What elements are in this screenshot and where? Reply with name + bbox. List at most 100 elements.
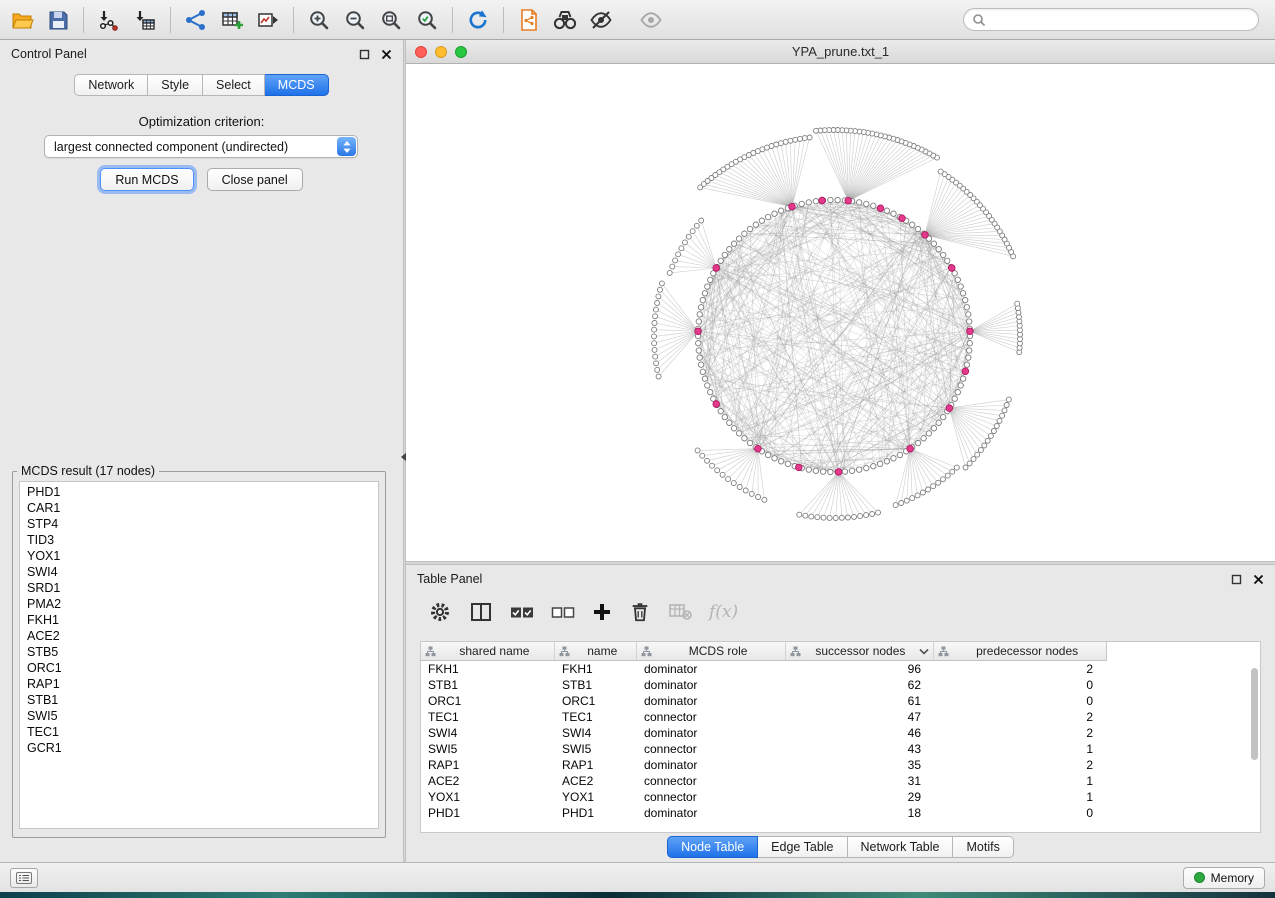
maximize-window-button[interactable]: [455, 46, 467, 58]
float-panel-button[interactable]: [359, 49, 370, 60]
mcds-result-item[interactable]: SWI4: [20, 564, 378, 580]
zoom-fit-button[interactable]: [373, 4, 409, 36]
table-cell: RAP1: [555, 757, 637, 773]
list-icon: [16, 872, 32, 884]
eye-slash-icon: [589, 8, 613, 32]
mcds-result-item[interactable]: ACE2: [20, 628, 378, 644]
search-box[interactable]: [963, 8, 1259, 31]
show-all-button[interactable]: [633, 4, 669, 36]
table-scrollbar[interactable]: [1251, 668, 1258, 760]
show-columns-button[interactable]: [469, 599, 493, 625]
tab-mcds[interactable]: MCDS: [265, 74, 329, 96]
zoom-in-button[interactable]: [301, 4, 337, 36]
zoom-selected-button[interactable]: [409, 4, 445, 36]
column-header-name[interactable]: name: [555, 642, 637, 660]
delete-column-button[interactable]: [629, 599, 651, 625]
hide-selected-button[interactable]: [583, 4, 619, 36]
mcds-result-item[interactable]: ORC1: [20, 660, 378, 676]
tab-edge-table[interactable]: Edge Table: [758, 836, 847, 858]
mcds-result-item[interactable]: RAP1: [20, 676, 378, 692]
new-table-button[interactable]: [214, 4, 250, 36]
import-table-button[interactable]: [127, 4, 163, 36]
open-session-button[interactable]: [4, 4, 40, 36]
table-row[interactable]: RAP1RAP1dominator352: [421, 757, 1260, 773]
select-all-button[interactable]: [510, 599, 534, 625]
run-mcds-button[interactable]: Run MCDS: [100, 168, 193, 191]
memory-status-icon: [1194, 872, 1205, 883]
table-toolbar: f(x): [406, 593, 1275, 631]
new-network-button[interactable]: [178, 4, 214, 36]
status-menu-button[interactable]: [10, 868, 38, 888]
mcds-result-item[interactable]: SWI5: [20, 708, 378, 724]
optimization-criterion-label: Optimization criterion:: [0, 114, 403, 129]
table-row[interactable]: PHD1PHD1dominator180: [421, 805, 1260, 821]
zoom-out-button[interactable]: [337, 4, 373, 36]
close-mcds-panel-button[interactable]: Close panel: [207, 168, 303, 191]
mcds-result-item[interactable]: YOX1: [20, 548, 378, 564]
mcds-result-item[interactable]: GCR1: [20, 740, 378, 756]
tab-node-table[interactable]: Node Table: [667, 836, 758, 858]
mcds-result-item[interactable]: STB5: [20, 644, 378, 660]
column-header-shared-name[interactable]: shared name: [421, 642, 555, 660]
search-input[interactable]: [992, 13, 1250, 27]
find-button[interactable]: [547, 4, 583, 36]
table-cell: 62: [787, 677, 935, 693]
tab-motifs[interactable]: Motifs: [953, 836, 1013, 858]
export-network-button[interactable]: [511, 4, 547, 36]
network-canvas[interactable]: [406, 64, 1275, 561]
mcds-result-item[interactable]: STB1: [20, 692, 378, 708]
tab-network-table[interactable]: Network Table: [848, 836, 954, 858]
control-panel-title: Control Panel: [11, 47, 87, 61]
tab-style[interactable]: Style: [148, 74, 203, 96]
import-network-button[interactable]: [91, 4, 127, 36]
table-cell: 1: [935, 741, 1107, 757]
save-session-button[interactable]: [40, 4, 76, 36]
mcds-result-item[interactable]: FKH1: [20, 612, 378, 628]
table-cell: 0: [935, 805, 1107, 821]
table-row[interactable]: STB1STB1dominator620: [421, 677, 1260, 693]
table-cell: 0: [935, 693, 1107, 709]
memory-button[interactable]: Memory: [1183, 867, 1265, 889]
column-header-mcds-role[interactable]: MCDS role: [637, 642, 787, 660]
mcds-result-item[interactable]: TID3: [20, 532, 378, 548]
zoom-fit-icon: [379, 8, 403, 32]
table-cell: 46: [787, 725, 935, 741]
table-row[interactable]: ACE2ACE2connector311: [421, 773, 1260, 789]
table-row[interactable]: FKH1FKH1dominator962: [421, 661, 1260, 677]
table-cell: ORC1: [555, 693, 637, 709]
mcds-result-item[interactable]: CAR1: [20, 500, 378, 516]
close-window-button[interactable]: [415, 46, 427, 58]
float-table-panel-button[interactable]: [1231, 574, 1242, 585]
tab-network[interactable]: Network: [74, 74, 148, 96]
mcds-result-item[interactable]: TEC1: [20, 724, 378, 740]
mcds-result-item[interactable]: SRD1: [20, 580, 378, 596]
table-row[interactable]: SWI4SWI4dominator462: [421, 725, 1260, 741]
column-header-successor-nodes[interactable]: successor nodes: [786, 642, 934, 660]
minimize-window-button[interactable]: [435, 46, 447, 58]
table-cell: SWI4: [555, 725, 637, 741]
table-cell: ACE2: [555, 773, 637, 789]
create-column-button[interactable]: [592, 599, 612, 625]
sort-icon: [641, 646, 652, 657]
mcds-result-item[interactable]: PMA2: [20, 596, 378, 612]
deselect-all-button[interactable]: [551, 599, 575, 625]
export-image-button[interactable]: [250, 4, 286, 36]
criterion-select[interactable]: largest connected component (undirected): [44, 135, 358, 158]
table-row[interactable]: TEC1TEC1connector472: [421, 709, 1260, 725]
float-window-icon: [359, 49, 370, 60]
tab-select[interactable]: Select: [203, 74, 265, 96]
delete-table-button[interactable]: [668, 599, 692, 625]
column-header-predecessor-nodes[interactable]: predecessor nodes: [934, 642, 1106, 660]
network-window-titlebar[interactable]: YPA_prune.txt_1: [406, 40, 1275, 64]
mcds-result-item[interactable]: STP4: [20, 516, 378, 532]
table-row[interactable]: ORC1ORC1dominator610: [421, 693, 1260, 709]
table-row[interactable]: YOX1YOX1connector291: [421, 789, 1260, 805]
close-table-panel-button[interactable]: [1253, 574, 1264, 585]
function-builder-button[interactable]: f(x): [709, 599, 738, 625]
table-options-button[interactable]: [428, 599, 452, 625]
refresh-layout-button[interactable]: [460, 4, 496, 36]
unchecked-boxes-icon: [551, 604, 575, 621]
mcds-result-item[interactable]: PHD1: [20, 484, 378, 500]
close-control-panel-button[interactable]: [381, 49, 392, 60]
table-row[interactable]: SWI5SWI5connector431: [421, 741, 1260, 757]
